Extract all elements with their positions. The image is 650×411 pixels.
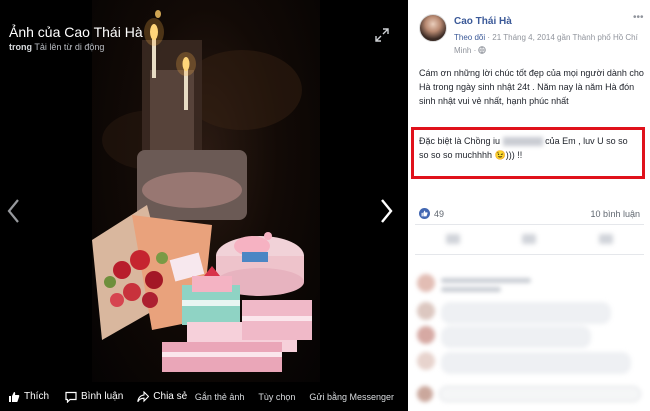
post-caption-highlighted: Đặc biệt là Chồng iu của Em , luv U so s…	[419, 134, 637, 162]
send-messenger-button[interactable]: Gửi bằng Messenger	[309, 392, 394, 402]
post-meta: Theo dõi · 21 Tháng 4, 2014 gần Thành ph…	[454, 31, 639, 57]
options-button[interactable]: Tùy chọn	[258, 392, 295, 402]
photo-viewer: Ảnh của Cao Thái Hà trong Tải lên từ di …	[0, 0, 408, 411]
blurred-name	[502, 137, 543, 147]
blurred-share-action[interactable]	[598, 234, 613, 244]
viewer-subtitle-prefix: trong	[9, 42, 32, 52]
post-actions-blurred	[415, 228, 644, 250]
thumbs-up-icon	[9, 391, 20, 402]
comment-text-blurred	[441, 278, 531, 283]
viewer-title[interactable]: Ảnh của Cao Thái Hà	[9, 24, 143, 40]
expand-icon[interactable]	[374, 27, 390, 43]
more-options-icon[interactable]: •••	[633, 12, 644, 23]
like-label: Thích	[24, 391, 50, 402]
comments-count[interactable]: 10 bình luận	[590, 209, 640, 219]
post-caption: Cám ơn những lời chúc tốt đẹp của mọi ng…	[419, 68, 644, 106]
viewer-right-actions: Gắn thẻ ảnh Tùy chọn Gửi bằng Messenger	[195, 382, 394, 411]
photo[interactable]	[92, 0, 320, 382]
share-icon	[137, 390, 150, 402]
tag-photo-button[interactable]: Gắn thẻ ảnh	[195, 392, 245, 402]
divider	[415, 224, 644, 225]
previous-photo-arrow-icon[interactable]	[4, 196, 24, 226]
comment-bubble-blurred	[441, 326, 591, 348]
commenter-avatar	[417, 326, 435, 344]
divider	[415, 254, 644, 255]
share-button[interactable]: Chia sẻ	[137, 390, 188, 403]
album-link[interactable]: Tải lên từ di động	[34, 42, 104, 52]
viewer-subtitle: trong Tải lên từ di động	[9, 42, 104, 52]
photo-illustration	[92, 10, 312, 372]
globe-icon	[478, 46, 487, 54]
current-user-avatar	[417, 386, 433, 402]
comment-button[interactable]: Bình luận	[65, 391, 123, 403]
commenter-avatar	[417, 274, 435, 292]
blurred-comment-action[interactable]	[522, 234, 537, 244]
author-name[interactable]: Cao Thái Hà	[454, 16, 512, 27]
commenter-avatar	[417, 302, 435, 320]
share-label: Chia sẻ	[153, 391, 188, 402]
highlight-text-start: Đặc biệt là Chồng iu	[419, 136, 503, 146]
comment-item	[417, 326, 591, 348]
comment-icon	[65, 391, 77, 403]
follow-link[interactable]: Theo dõi	[454, 33, 485, 42]
reactions-summary[interactable]: 49	[419, 208, 444, 219]
author-avatar[interactable]	[419, 14, 447, 42]
post-panel: Cao Thái Hà Theo dõi · 21 Tháng 4, 2014 …	[409, 0, 650, 411]
comment-item	[417, 274, 531, 292]
comment-item	[417, 302, 611, 324]
next-photo-arrow-icon[interactable]	[376, 196, 396, 226]
viewer-action-bar: Thích Bình luận Chia sẻ Gắn thẻ ảnh Tùy …	[0, 382, 408, 411]
comment-text-blurred	[441, 287, 501, 292]
like-button[interactable]: Thích	[8, 391, 49, 403]
comment-input[interactable]	[439, 386, 641, 402]
comment-label: Bình luận	[81, 391, 124, 402]
comment-bubble-blurred	[441, 352, 631, 374]
blurred-like-action[interactable]	[446, 234, 461, 244]
reactions-count: 49	[434, 208, 445, 219]
commenter-avatar	[417, 352, 435, 370]
comment-bubble-blurred	[441, 302, 611, 324]
write-comment-box	[417, 385, 641, 403]
comment-item	[417, 352, 631, 374]
like-reaction-icon	[419, 208, 430, 219]
